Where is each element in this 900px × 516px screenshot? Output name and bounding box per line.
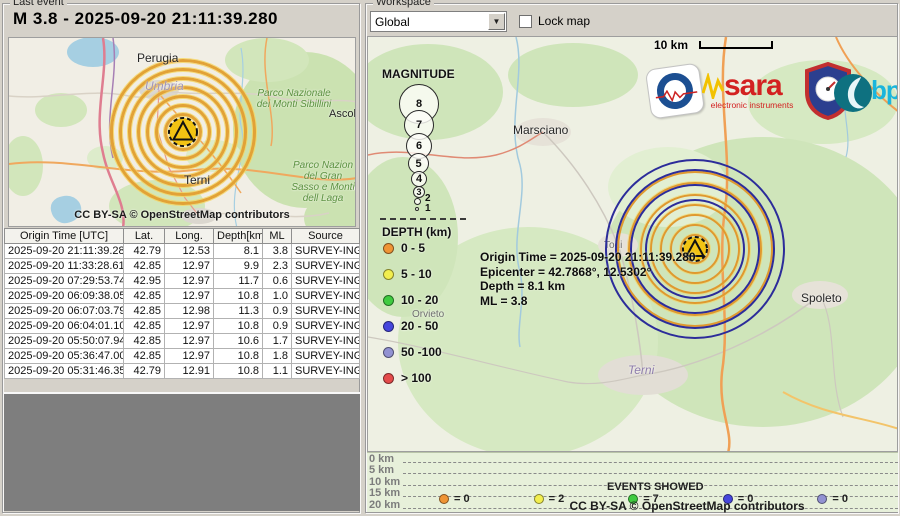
table-row[interactable]: 2025-09-20 05:50:07.940 42.85 12.97 10.6…	[5, 334, 360, 349]
depth-range-label: 5 - 10	[401, 267, 432, 281]
last-event-group-label: Last event	[10, 0, 67, 8]
workspace-select[interactable]: Global ▼	[370, 11, 507, 32]
depth-range-label: > 100	[401, 371, 431, 385]
event-info-ml: ML = 3.8	[480, 294, 696, 309]
events-legend-item: = 0	[439, 493, 470, 505]
map-label-park-gran-sasso: Parco Nazion del Gran Sasso e Monti dell…	[289, 160, 356, 204]
map-attribution: CC BY-SA © OpenStreetMap contributors	[477, 499, 897, 513]
lock-map-label: Lock map	[538, 14, 590, 28]
depth-color-dot	[383, 321, 394, 332]
table-row[interactable]: 2025-09-20 11:33:28.610 42.85 12.97 9.9 …	[5, 259, 360, 274]
depth-profile-row: 5 km	[367, 465, 898, 477]
overview-map[interactable]: Perugia Umbria Parco Nazionale dei Monti…	[8, 37, 356, 227]
depth-color-dot	[383, 243, 394, 254]
depth-dashed-line	[403, 462, 898, 463]
depth-tick-label: 5 km	[367, 465, 403, 476]
depth-range-label: 20 - 50	[401, 319, 438, 333]
map-label-marsciano: Marsciano	[513, 123, 568, 137]
depth-color-dot	[383, 373, 394, 384]
col-origin-time[interactable]: Origin Time [UTC]	[5, 229, 124, 244]
map-label-ascoli: Ascoli	[329, 108, 356, 120]
col-ml[interactable]: ML	[263, 229, 292, 244]
map-attribution: CC BY-SA © OpenStreetMap contributors	[9, 209, 355, 221]
depth-profile[interactable]: 0 km 5 km 10 km 15 km	[367, 452, 898, 512]
seismic-network-logo	[645, 62, 705, 119]
event-info-depth: Depth = 8.1 km	[480, 279, 696, 294]
table-header-row: Origin Time [UTC] Lat. Long. Depth[km] M…	[5, 229, 360, 244]
magnitude-circle-4: 4	[411, 171, 427, 187]
event-info: Origin Time = 2025-09-20 21:11:39.280 Ep…	[480, 250, 696, 308]
depth-tick-label: 15 km	[367, 488, 403, 499]
workspace-map[interactable]: 10 km MAGNITUDE 8 7 6 5 4 3 2 1 DEPTH (k…	[367, 36, 898, 452]
table-row[interactable]: 2025-09-20 21:11:39.280 42.79 12.53 8.1 …	[5, 244, 360, 259]
magnitude-circle-1	[415, 207, 419, 211]
table-row[interactable]: 2025-09-20 05:36:47.000 42.85 12.97 10.8…	[5, 349, 360, 364]
map-label-perugia: Perugia	[137, 51, 178, 65]
depth-range-label: 10 - 20	[401, 293, 438, 307]
workspace-select-value: Global	[371, 15, 488, 29]
bph-logo-text: bph	[871, 75, 898, 106]
workspace-panel: Workspace Global ▼ Lock map	[365, 3, 898, 513]
depth-legend-item: > 100	[383, 371, 442, 385]
map-label-park-sibillini: Parco Nazionale dei Monti Sibillini	[252, 88, 336, 110]
sara-logo: sara electronic instruments	[702, 73, 802, 110]
chevron-down-icon[interactable]: ▼	[488, 13, 505, 30]
bph-globe-icon	[833, 73, 873, 113]
events-showed-title: EVENTS SHOWED	[607, 481, 704, 493]
depth-color-dot	[383, 269, 394, 280]
depth-tick-label: 10 km	[367, 477, 403, 488]
depth-tick-label: 0 km	[367, 454, 403, 465]
magnitude-circle-3: 3	[413, 186, 425, 198]
table-row[interactable]: 2025-09-20 05:31:46.350 42.79 12.91 10.8…	[5, 364, 360, 379]
depth-range-label: 0 - 5	[401, 241, 425, 255]
event-color-dot	[439, 494, 449, 504]
depth-profile-row: 0 km	[367, 453, 898, 465]
lock-map-checkbox[interactable]	[519, 15, 532, 28]
map-label-umbria: Umbria	[145, 79, 184, 93]
depth-legend-item: 50 -100	[383, 345, 442, 359]
event-info-epicenter: Epicenter = 42.7868°, 12.5302°	[480, 265, 696, 280]
last-event-panel: Last event M 3.8 - 2025-09-20 21:11:39.2…	[2, 3, 360, 513]
depth-color-dot	[383, 295, 394, 306]
events-table-wrap: Origin Time [UTC] Lat. Long. Depth[km] M…	[4, 228, 360, 379]
depth-legend-item: 20 - 50	[383, 319, 442, 333]
workspace-group-label: Workspace	[373, 0, 434, 8]
table-row[interactable]: 2025-09-20 06:09:38.050 42.85 12.97 10.8…	[5, 289, 360, 304]
col-source[interactable]: Source	[292, 229, 360, 244]
table-row[interactable]: 2025-09-20 07:29:53.740 42.95 12.97 11.7…	[5, 274, 360, 289]
magnitude-label-1: 1	[425, 203, 431, 214]
sara-logo-text: sara	[724, 73, 782, 99]
events-table: Origin Time [UTC] Lat. Long. Depth[km] M…	[4, 228, 360, 379]
depth-color-dot	[383, 347, 394, 358]
depth-legend-item: 0 - 5	[383, 241, 442, 255]
magnitude-legend-title: MAGNITUDE	[382, 67, 455, 81]
map-label-orvieto: Orvieto	[412, 309, 444, 320]
col-long[interactable]: Long.	[165, 229, 214, 244]
last-event-title: M 3.8 - 2025-09-20 21:11:39.280	[13, 9, 278, 29]
legend-separator	[380, 218, 466, 220]
depth-dashed-line	[403, 473, 898, 474]
col-depth[interactable]: Depth[km]	[214, 229, 263, 244]
event-info-origin-time: Origin Time = 2025-09-20 21:11:39.280	[480, 250, 696, 265]
waveform-icon	[702, 73, 724, 99]
table-empty-area	[4, 392, 360, 511]
col-lat[interactable]: Lat.	[124, 229, 165, 244]
map-label-terni: Terni	[184, 173, 210, 187]
magnitude-circle-2	[414, 198, 421, 205]
sara-logo-subtitle: electronic instruments	[702, 100, 802, 110]
depth-tick-label: 20 km	[367, 500, 403, 511]
depth-legend-title: DEPTH (km)	[382, 225, 451, 239]
table-row[interactable]: 2025-09-20 06:04:01.100 42.85 12.97 10.8…	[5, 319, 360, 334]
map-label-terni: Terni	[628, 363, 654, 377]
depth-legend-item: 5 - 10	[383, 267, 442, 281]
scale-label: 10 km	[654, 38, 688, 52]
depth-range-label: 50 -100	[401, 345, 442, 359]
table-row[interactable]: 2025-09-20 06:07:03.790 42.85 12.98 11.3…	[5, 304, 360, 319]
map-label-spoleto: Spoleto	[801, 291, 842, 305]
depth-legend-item: 10 - 20	[383, 293, 442, 307]
event-count: = 0	[454, 493, 470, 505]
scale-bar	[699, 41, 773, 49]
